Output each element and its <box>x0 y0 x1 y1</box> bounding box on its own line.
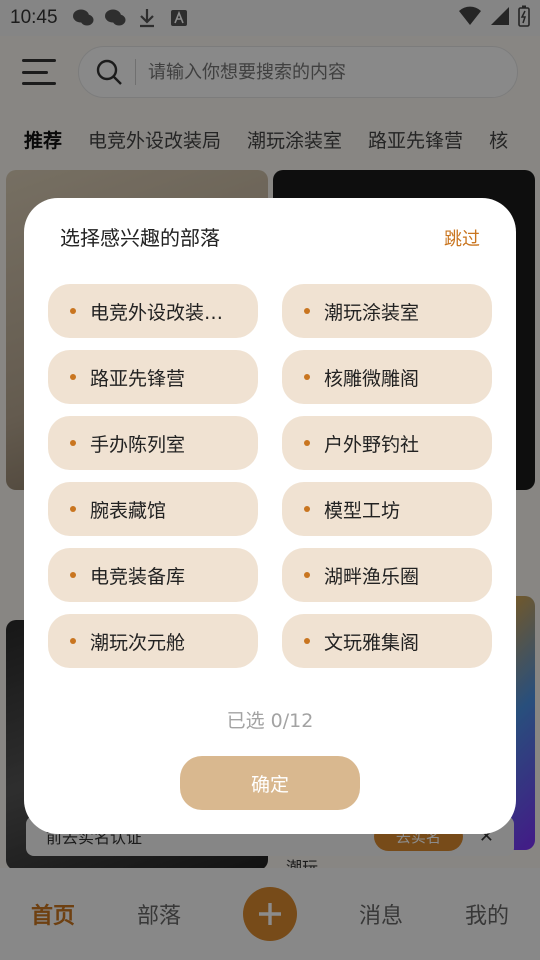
tribe-chip[interactable]: 腕表藏馆 <box>48 482 258 536</box>
tribe-select-dialog: 选择感兴趣的部落 跳过 电竞外设改装… 潮玩涂装室 路亚先锋营 核雕微雕阁 手办… <box>24 198 516 834</box>
tribe-chip-label: 电竞外设改装… <box>90 301 224 324</box>
tribe-chip-label: 湖畔渔乐圈 <box>324 565 420 588</box>
tribe-chip-label: 文玩雅集阁 <box>324 631 420 654</box>
confirm-button[interactable]: 确定 <box>180 756 360 810</box>
tribe-chip-label: 核雕微雕阁 <box>324 367 420 390</box>
tribe-chip[interactable]: 文玩雅集阁 <box>282 614 492 668</box>
bullet-dot <box>70 638 76 644</box>
selected-count: 已选 0/12 <box>226 710 314 732</box>
tribe-chip-label: 潮玩次元舱 <box>90 631 186 654</box>
tribe-grid: 电竞外设改装… 潮玩涂装室 路亚先锋营 核雕微雕阁 手办陈列室 户外野钓社 腕表… <box>48 284 492 668</box>
tribe-chip-label: 腕表藏馆 <box>90 499 167 522</box>
tribe-chip-label: 潮玩涂装室 <box>324 301 420 324</box>
tribe-chip-label: 电竞装备库 <box>90 565 186 588</box>
tribe-chip[interactable]: 路亚先锋营 <box>48 350 258 404</box>
bullet-dot <box>304 506 310 512</box>
bullet-dot <box>70 440 76 446</box>
tribe-chip[interactable]: 电竞装备库 <box>48 548 258 602</box>
bullet-dot <box>304 308 310 314</box>
bullet-dot <box>70 506 76 512</box>
bullet-dot <box>304 638 310 644</box>
bullet-dot <box>304 572 310 578</box>
tribe-chip-label: 户外野钓社 <box>324 433 420 456</box>
dialog-title: 选择感兴趣的部落 <box>60 226 220 250</box>
tribe-chip[interactable]: 手办陈列室 <box>48 416 258 470</box>
tribe-chip[interactable]: 湖畔渔乐圈 <box>282 548 492 602</box>
tribe-chip[interactable]: 潮玩次元舱 <box>48 614 258 668</box>
tribe-chip-label: 模型工坊 <box>324 499 401 522</box>
bullet-dot <box>70 572 76 578</box>
tribe-chip[interactable]: 户外野钓社 <box>282 416 492 470</box>
bullet-dot <box>304 440 310 446</box>
bullet-dot <box>304 374 310 380</box>
tribe-chip-label: 手办陈列室 <box>90 433 186 456</box>
tribe-chip[interactable]: 核雕微雕阁 <box>282 350 492 404</box>
tribe-chip-label: 路亚先锋营 <box>90 367 186 390</box>
bullet-dot <box>70 374 76 380</box>
tribe-chip[interactable]: 潮玩涂装室 <box>282 284 492 338</box>
skip-button[interactable]: 跳过 <box>444 225 480 251</box>
tribe-chip[interactable]: 模型工坊 <box>282 482 492 536</box>
bullet-dot <box>70 308 76 314</box>
tribe-chip[interactable]: 电竞外设改装… <box>48 284 258 338</box>
